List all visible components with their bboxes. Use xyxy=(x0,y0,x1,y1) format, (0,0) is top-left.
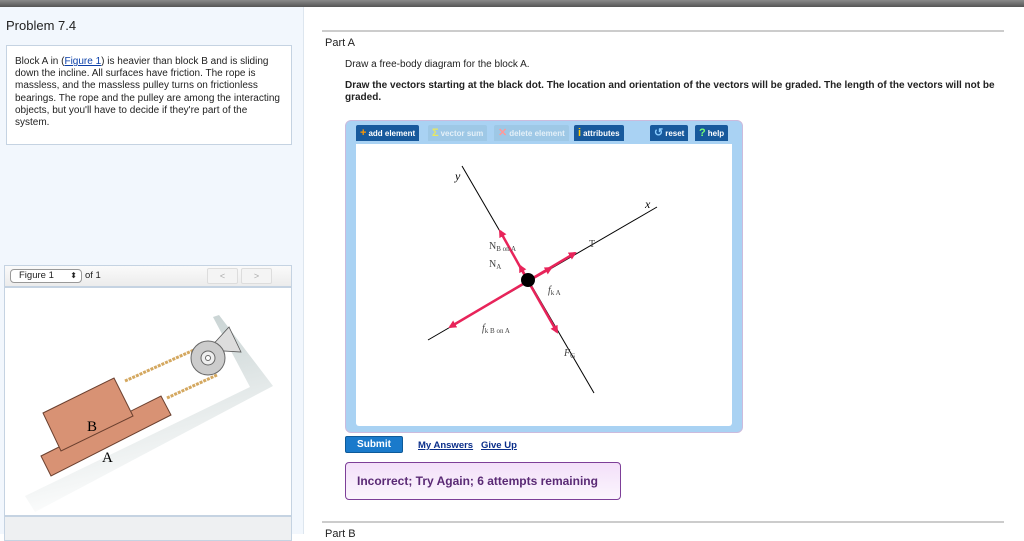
free-body-diagram[interactable]: y x NB on A NA T fk A fk B on A FG xyxy=(356,144,732,426)
label: add element xyxy=(368,129,416,138)
label: vector sum xyxy=(440,129,484,138)
incline-figure: B A xyxy=(25,315,273,512)
label-t: T xyxy=(589,239,595,250)
figure-footer xyxy=(4,516,292,541)
y-axis-label: y xyxy=(454,169,461,183)
label: attributes xyxy=(583,129,620,138)
delete-element-button[interactable]: ✕ delete element xyxy=(494,125,569,141)
figure-count: of 1 xyxy=(85,270,101,281)
question-text: Draw a free-body diagram for the block A… xyxy=(345,59,530,70)
part-b-title: Part B xyxy=(325,528,356,540)
give-up-link[interactable]: Give Up xyxy=(481,440,517,451)
next-figure-button[interactable]: > xyxy=(241,268,272,284)
divider xyxy=(322,30,1004,32)
sigma-icon: Σ xyxy=(432,127,439,139)
problem-description: Block A in (Figure 1) is heavier than bl… xyxy=(6,45,292,145)
reset-icon: ↺ xyxy=(654,127,664,139)
figure-select-value: Figure 1 xyxy=(19,270,54,281)
x-icon: ✕ xyxy=(498,127,508,139)
feedback-message: Incorrect; Try Again; 6 attempts remaini… xyxy=(345,462,621,500)
label-n-a: NA xyxy=(489,259,501,271)
label: delete element xyxy=(509,129,565,138)
part-a-title: Part A xyxy=(325,37,355,49)
instructions: Draw the vectors starting at the black d… xyxy=(345,80,995,103)
vector-f-k-b-on-a[interactable] xyxy=(448,279,529,329)
rope-lower xyxy=(166,373,218,400)
top-navigation-bar xyxy=(0,0,1024,7)
add-element-button[interactable]: + add element xyxy=(356,125,420,141)
vector-drawing-tool: + add element Σvector sum ✕ delete element… xyxy=(345,120,743,433)
label-f-g: FG xyxy=(563,348,575,360)
label: help xyxy=(707,129,725,138)
my-answers-link[interactable]: My Answers xyxy=(418,440,473,451)
divider xyxy=(322,521,1004,523)
help-icon: ? xyxy=(699,127,706,139)
select-arrows-icon: ⬍ xyxy=(70,271,77,280)
black-dot xyxy=(521,273,535,287)
figure-image: B A xyxy=(4,287,292,516)
label: reset xyxy=(665,129,685,138)
prev-figure-button[interactable]: < xyxy=(207,268,238,284)
attributes-button[interactable]: i attributes xyxy=(574,125,624,141)
figure-select[interactable]: Figure 1 ⬍ xyxy=(10,269,82,283)
drawing-canvas[interactable]: y x NB on A NA T fk A fk B on A FG xyxy=(356,144,732,426)
label-f-k-a: fk A xyxy=(548,285,561,297)
info-icon: i xyxy=(578,127,582,139)
help-button[interactable]: ? help xyxy=(695,125,729,141)
problem-title: Problem 7.4 xyxy=(6,18,77,33)
vector-sum-button[interactable]: Σvector sum xyxy=(428,125,488,141)
reset-button[interactable]: ↺ reset xyxy=(650,125,689,141)
label-n-b-on-a: NB on A xyxy=(489,241,516,253)
plus-icon: + xyxy=(360,127,367,139)
block-b-label: B xyxy=(87,419,97,435)
problem-panel: Problem 7.4 Block A in (Figure 1) is hea… xyxy=(0,7,304,541)
block-a-label: A xyxy=(102,450,113,466)
submit-button[interactable]: Submit xyxy=(345,436,403,453)
figure-link[interactable]: Figure 1 xyxy=(64,56,101,67)
desc-text: Block A in ( xyxy=(15,56,65,67)
figure-header: Figure 1 ⬍ of 1 < > xyxy=(4,265,292,287)
x-axis-label: x xyxy=(644,197,651,211)
label-f-k-b-on-a: fk B on A xyxy=(482,323,510,335)
